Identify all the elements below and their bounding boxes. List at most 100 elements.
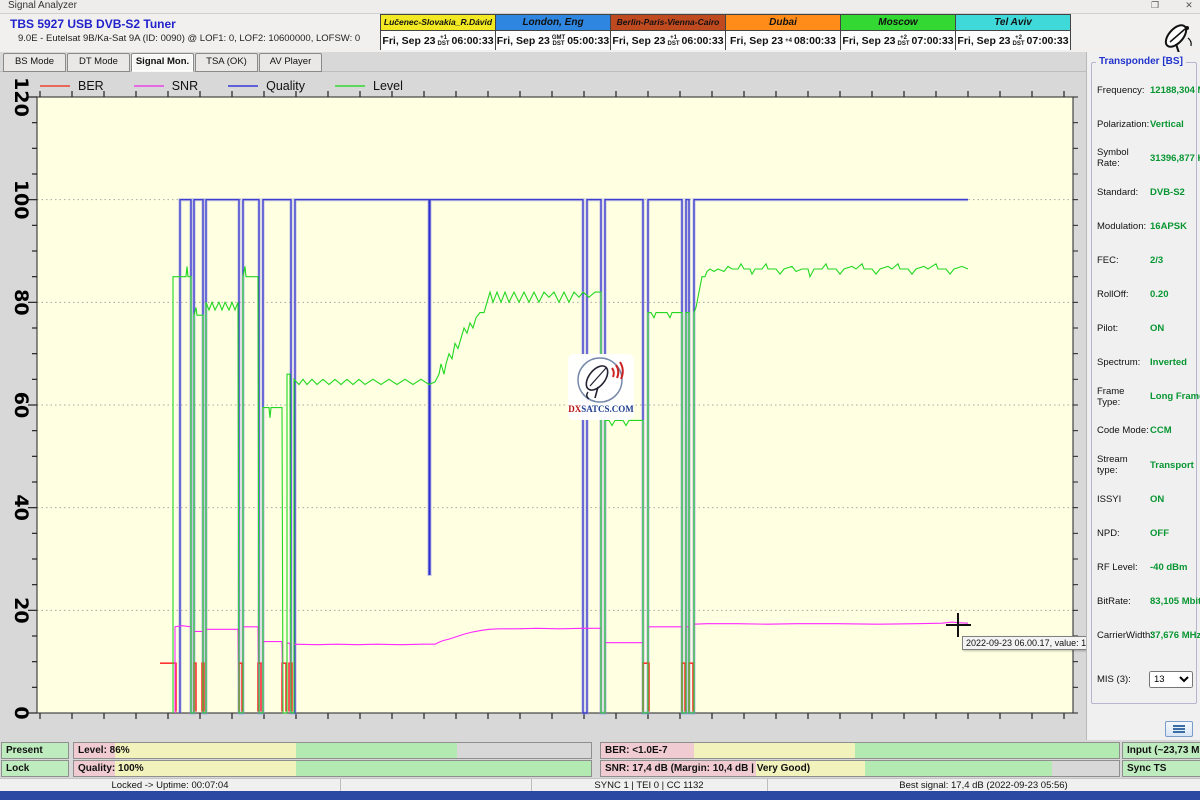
field-label: Frequency: — [1097, 85, 1150, 96]
status-bar: Locked -> Uptime: 00:07:04SYNC 1 | TEI 0… — [0, 778, 1200, 792]
tab-dt-mode[interactable]: DT Mode — [67, 53, 130, 72]
gauge-sync-ts: Sync TS — [1122, 760, 1200, 777]
gauge-label: Sync TS — [1127, 761, 1166, 776]
clock-date: Fri, Sep 23 — [382, 35, 435, 47]
field-rf-level-: RF Level:-40 dBm — [1092, 550, 1196, 584]
gauge-zone — [457, 743, 591, 758]
field-value: DVB-S2 — [1150, 187, 1185, 198]
field-value: 2/3 — [1150, 255, 1163, 266]
watermark-dx: DX — [568, 404, 581, 414]
mis-row: MIS (3): 13 — [1097, 671, 1193, 688]
clock-tz: +1DST — [668, 35, 680, 47]
field-label: Modulation: — [1097, 221, 1150, 232]
clock-hms: 07:00:33 — [1027, 35, 1069, 47]
field-label: Frame Type: — [1097, 386, 1150, 408]
svg-text:80: 80 — [10, 289, 32, 315]
clock-time: Fri, Sep 23+408:00:33 — [726, 31, 840, 50]
gauge-label: Quality: 100% — [78, 761, 144, 776]
gauge-label: Input (~23,73 Mbps) — [1127, 743, 1200, 758]
legend-swatch — [228, 85, 258, 87]
watermark-rest: SATCS.COM — [581, 404, 634, 414]
legend-label: Quality — [266, 79, 305, 93]
legend-item-quality: Quality — [228, 79, 305, 93]
signal-chart-region: 020406080100120 BERSNRQualityLevel DXSAT… — [0, 72, 1086, 740]
field-pilot-: Pilot:ON — [1092, 312, 1196, 346]
clock-3: DubaiFri, Sep 23+408:00:33 — [725, 14, 841, 50]
legend-item-level: Level — [335, 79, 403, 93]
stream-list-button[interactable] — [1165, 721, 1193, 737]
field-label: NPD: — [1097, 528, 1150, 539]
clock-city: Berlin-Paris-Vienna-Cairo — [611, 15, 725, 31]
close-button[interactable]: ✕ — [1180, 0, 1198, 11]
gauge-label: Lock — [6, 761, 29, 776]
field-fec-: FEC:2/3 — [1092, 243, 1196, 277]
gauge-label: Level: 86% — [78, 743, 130, 758]
gauge-zone — [855, 743, 1119, 758]
transponder-sidebar: Transponder [BS] Frequency:12188,304 MHz… — [1086, 52, 1200, 740]
clock-hms: 07:00:33 — [912, 35, 954, 47]
clock-city: London, Eng — [496, 15, 610, 31]
list-icon — [1173, 725, 1185, 733]
clock-time: Fri, Sep 23GMTDST05:00:33 — [496, 31, 610, 50]
clock-date: Fri, Sep 23 — [497, 35, 550, 47]
field-carrierwidth-: CarrierWidth:37,676 MHz — [1092, 619, 1196, 653]
svg-text:120: 120 — [10, 77, 32, 117]
legend-item-snr: SNR — [134, 79, 198, 93]
field-value: 37,676 MHz — [1150, 630, 1200, 641]
gauge-label: BER: <1.0E-7 — [605, 743, 668, 758]
clock-time: Fri, Sep 23+1DST06:00:33 — [611, 31, 725, 50]
tab-av-player[interactable]: AV Player — [259, 53, 322, 72]
clock-tz: +2DST — [1013, 35, 1025, 47]
field-symbol-rate-: Symbol Rate:31396,877 KS/s — [1092, 141, 1196, 175]
legend-label: BER — [78, 79, 104, 93]
signal-chart: 020406080100120 — [0, 72, 1086, 740]
clock-hms: 06:00:33 — [682, 35, 724, 47]
field-label: Pilot: — [1097, 323, 1150, 334]
gauge-zone — [296, 743, 456, 758]
field-bitrate-: BitRate:83,105 Mbit/s — [1092, 584, 1196, 618]
clock-time: Fri, Sep 23+2DST07:00:33 — [841, 31, 955, 50]
field-label: FEC: — [1097, 255, 1150, 266]
gauge-snr: SNR: 17,4 dB (Margin: 10,4 dB | Very Goo… — [600, 760, 1120, 777]
clock-tz: +1DST — [438, 35, 450, 47]
field-frame-type-: Frame Type:Long Frame — [1092, 380, 1196, 414]
clock-date: Fri, Sep 23 — [842, 35, 895, 47]
field-label: Standard: — [1097, 187, 1150, 198]
gauge-present: Present — [1, 742, 69, 759]
gauge-ber: BER: <1.0E-7 — [600, 742, 1120, 759]
clock-hms: 08:00:33 — [794, 35, 836, 47]
maximize-button[interactable]: ❐ — [1146, 0, 1164, 11]
tab-tsa-ok-[interactable]: TSA (OK) — [195, 53, 258, 72]
legend-label: SNR — [172, 79, 198, 93]
clock-1: London, EngFri, Sep 23GMTDST05:00:33 — [495, 14, 611, 50]
field-issyi: ISSYION — [1092, 482, 1196, 516]
field-spectrum-: Spectrum:Inverted — [1092, 346, 1196, 380]
svg-text:60: 60 — [10, 392, 32, 418]
field-value: CCM — [1150, 425, 1172, 436]
window-titlebar: Signal Analyzer ❐ ✕ — [0, 0, 1200, 14]
mis-select[interactable]: 13 — [1149, 671, 1193, 688]
tab-bs-mode[interactable]: BS Mode — [3, 53, 66, 72]
transponder-groupbox: Transponder [BS] Frequency:12188,304 MHz… — [1091, 62, 1197, 704]
clock-4: MoscowFri, Sep 23+2DST07:00:33 — [840, 14, 956, 50]
gauge-lock: Lock — [1, 760, 69, 777]
field-code-mode-: Code Mode:CCM — [1092, 414, 1196, 448]
mode-tabs: BS ModeDT ModeSignal Mon.TSA (OK)AV Play… — [0, 52, 1200, 72]
clock-date: Fri, Sep 23 — [957, 35, 1010, 47]
field-label: Polarization: — [1097, 119, 1150, 130]
field-modulation-: Modulation:16APSK — [1092, 209, 1196, 243]
field-value: ON — [1150, 494, 1164, 505]
transponder-groupbox-title: Transponder [BS] — [1096, 56, 1186, 67]
device-title: TBS 5927 USB DVB-S2 Tuner — [10, 17, 176, 31]
field-rolloff-: RollOff:0.20 — [1092, 278, 1196, 312]
tab-signal-mon-[interactable]: Signal Mon. — [131, 53, 194, 72]
clock-hms: 05:00:33 — [567, 35, 609, 47]
clock-5: Tel AvivFri, Sep 23+2DST07:00:33 — [955, 14, 1071, 50]
field-stream-type-: Stream type:Transport — [1092, 448, 1196, 482]
dxsatcs-watermark: DXSATCS.COM — [568, 354, 634, 420]
legend-item-ber: BER — [40, 79, 104, 93]
field-value: Inverted — [1150, 357, 1187, 368]
clock-city: Moscow — [841, 15, 955, 31]
clock-time: Fri, Sep 23+1DST06:00:33 — [381, 31, 495, 50]
transponder-fields: Frequency:12188,304 MHzPolarization:Vert… — [1092, 63, 1196, 653]
